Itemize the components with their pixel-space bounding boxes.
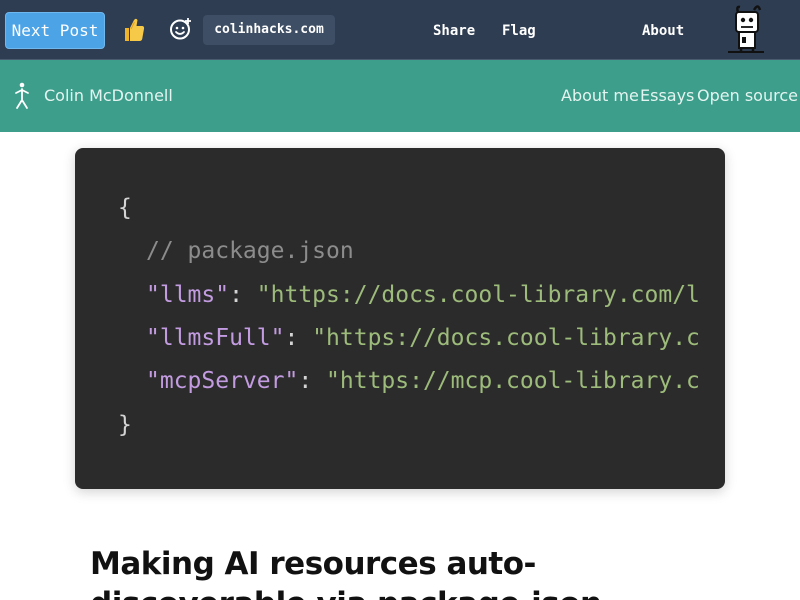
code-open-brace: { <box>118 195 132 221</box>
about-link[interactable]: About <box>642 21 684 41</box>
code-image: { // package.json "llms": "https://docs.… <box>75 148 725 489</box>
code-value: "https://mcp.cool-library.c <box>326 368 700 394</box>
code-value: "https://docs.cool-library.com/l <box>256 282 700 308</box>
nav-open-source[interactable]: Open source <box>697 86 798 106</box>
code-line-llmsfull: "llmsFull": "https://docs.cool-library.c <box>146 323 700 353</box>
thumbs-up-icon[interactable] <box>122 16 146 44</box>
code-key: "mcpServer" <box>146 368 299 394</box>
code-key: "llms" <box>146 282 230 308</box>
domain-pill[interactable]: colinhacks.com <box>203 15 335 45</box>
flag-link[interactable]: Flag <box>502 21 536 41</box>
code-separator: : <box>229 282 257 308</box>
code-comment: // package.json <box>146 238 354 264</box>
nav-about-me[interactable]: About me <box>561 86 639 106</box>
top-bar: Next Post colinhacks.com Share Flag Abou… <box>0 0 800 60</box>
site-header: Colin McDonnell About me Essays Open sou… <box>0 60 800 132</box>
smiley-add-icon[interactable] <box>169 17 193 41</box>
tumblr-mascot-icon[interactable] <box>726 4 766 54</box>
next-post-button[interactable]: Next Post <box>5 12 105 49</box>
code-line-llms: "llms": "https://docs.cool-library.com/l <box>146 280 700 310</box>
share-link[interactable]: Share <box>433 21 475 41</box>
figure-logo-icon[interactable] <box>14 82 30 110</box>
code-line-mcpserver: "mcpServer": "https://mcp.cool-library.c <box>146 366 700 396</box>
code-close-brace: } <box>118 412 132 438</box>
article-title: Making AI resources auto-discoverable vi… <box>90 546 602 600</box>
code-value: "https://docs.cool-library.c <box>312 325 700 351</box>
site-name[interactable]: Colin McDonnell <box>44 86 173 106</box>
code-separator: : <box>298 368 327 394</box>
code-separator: : <box>284 325 313 351</box>
code-key: "llmsFull" <box>146 325 285 351</box>
nav-essays[interactable]: Essays <box>640 86 694 106</box>
